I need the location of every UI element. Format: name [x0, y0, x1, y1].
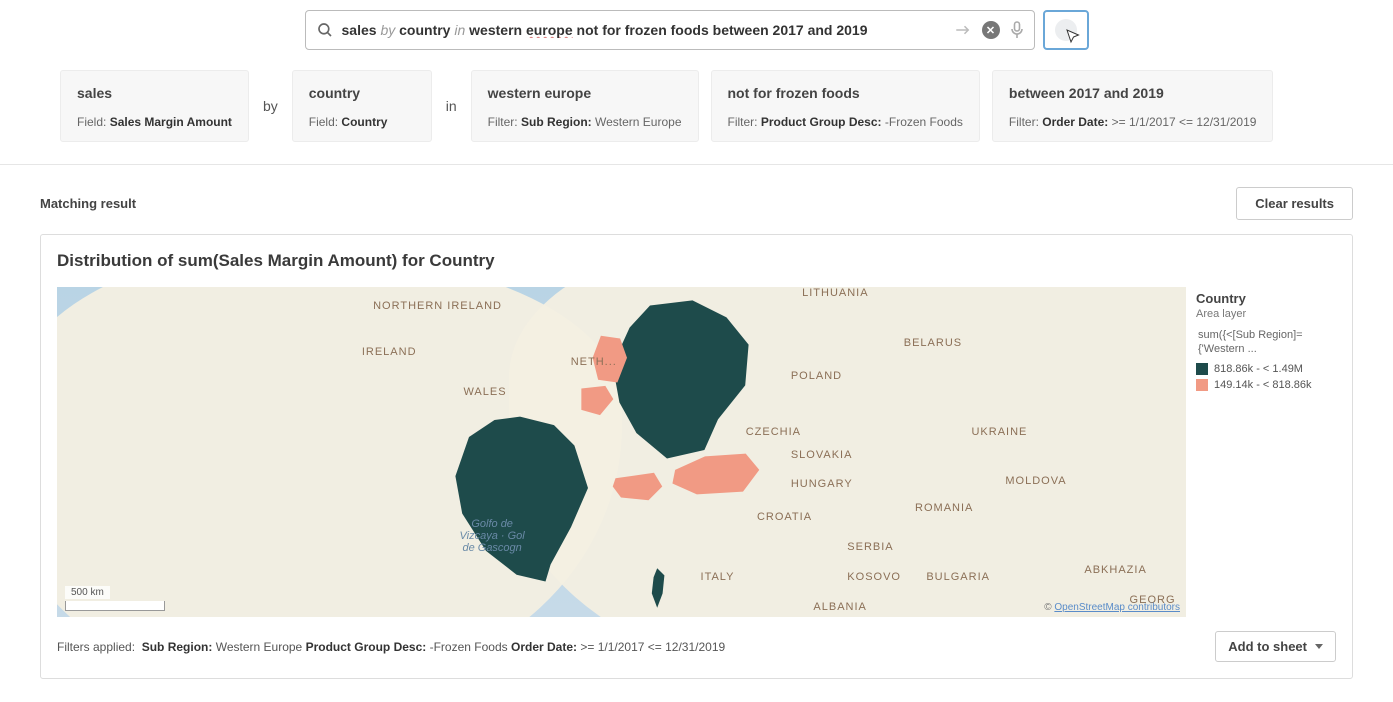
clear-results-button[interactable]: Clear results: [1236, 187, 1353, 220]
map-label: CZECHIA: [746, 426, 801, 438]
legend-item-1[interactable]: 818.86k - < 1.49M: [1196, 363, 1330, 375]
clear-input-icon[interactable]: ✕: [982, 21, 1000, 39]
applied-filters-text: Filters applied: Sub Region: Western Eur…: [57, 640, 725, 654]
token-product[interactable]: not for frozen foods Filter: Product Gro…: [711, 70, 980, 142]
legend-subtitle: Area layer: [1196, 308, 1330, 320]
cursor-icon: [1065, 28, 1081, 44]
token-title: not for frozen foods: [728, 85, 963, 101]
search-box[interactable]: sales by country in western europe not f…: [305, 10, 1035, 50]
token-subtitle: Filter: Order Date: >= 1/1/2017 <= 12/31…: [1009, 115, 1257, 129]
token-sales[interactable]: sales Field: Sales Margin Amount: [60, 70, 249, 142]
map-label: ITALY: [701, 571, 735, 583]
token-date[interactable]: between 2017 and 2019 Filter: Order Date…: [992, 70, 1274, 142]
map-attribution: © OpenStreetMap contributors: [1044, 602, 1180, 613]
connector-in: in: [444, 98, 459, 114]
legend-title: Country: [1196, 291, 1330, 306]
chevron-down-icon: [1315, 644, 1323, 649]
token-title: sales: [77, 85, 232, 101]
legend-swatch: [1196, 363, 1208, 375]
legend-swatch: [1196, 379, 1208, 391]
map-label: WALES: [463, 386, 506, 398]
legend-item-2[interactable]: 149.14k - < 818.86k: [1196, 379, 1330, 391]
token-title: western europe: [488, 85, 682, 101]
chart-title: Distribution of sum(Sales Margin Amount)…: [57, 251, 1336, 271]
map-legend: Country Area layer sum({<[Sub Region]={'…: [1186, 287, 1336, 617]
map-shape-austria: [667, 449, 762, 499]
map-label: HUNGARY: [791, 478, 853, 490]
add-to-sheet-button[interactable]: Add to sheet: [1215, 631, 1336, 662]
scale-label: 500 km: [65, 586, 110, 599]
token-title: country: [309, 85, 415, 101]
map-shape-belgium: [576, 383, 616, 418]
map-label: CROATIA: [757, 511, 812, 523]
map-label: BULGARIA: [926, 571, 990, 583]
query-tokens-row: sales Field: Sales Margin Amount by coun…: [40, 70, 1353, 142]
matching-result-label: Matching result: [40, 196, 136, 211]
map-label: IRELAND: [362, 346, 417, 358]
map-label-water: Golfo de Vizcaya · Gol de Gascogn: [452, 518, 532, 554]
token-region[interactable]: western europe Filter: Sub Region: Weste…: [471, 70, 699, 142]
map-label: SERBIA: [847, 541, 893, 553]
map-label: ABKHAZIA: [1084, 564, 1146, 576]
map-label: MOLDOVA: [1005, 475, 1066, 487]
map-label: ALBANIA: [813, 601, 866, 613]
map-shape-france: [452, 409, 622, 584]
map-label: NETH...: [571, 356, 617, 368]
map-shape-france-island: [650, 568, 668, 608]
arrow-right-icon[interactable]: [954, 23, 972, 37]
token-country[interactable]: country Field: Country: [292, 70, 432, 142]
legend-label: 818.86k - < 1.49M: [1214, 363, 1303, 375]
map-label: NORTHERN IRELAND: [373, 300, 502, 312]
attribution-link[interactable]: OpenStreetMap contributors: [1054, 602, 1180, 613]
token-subtitle: Field: Country: [309, 115, 415, 129]
map-label: BELARUS: [904, 337, 962, 349]
scale-bar: [65, 601, 165, 611]
token-title: between 2017 and 2019: [1009, 85, 1257, 101]
token-subtitle: Field: Sales Margin Amount: [77, 115, 232, 129]
token-subtitle: Filter: Product Group Desc: -Frozen Food…: [728, 115, 963, 129]
search-icon: [316, 21, 334, 39]
map-label: UKRAINE: [971, 426, 1027, 438]
map-label: LITHUANIA: [802, 287, 868, 299]
submit-search-button[interactable]: [1043, 10, 1089, 50]
map-label: SLOVAKIA: [791, 449, 853, 461]
result-card: Distribution of sum(Sales Margin Amount)…: [40, 234, 1353, 679]
map-shape-switzerland: [610, 469, 665, 504]
divider: [0, 164, 1393, 165]
map-label: ROMANIA: [915, 502, 973, 514]
legend-label: 149.14k - < 818.86k: [1214, 379, 1312, 391]
token-subtitle: Filter: Sub Region: Western Europe: [488, 115, 682, 129]
map-label: POLAND: [791, 370, 842, 382]
microphone-icon[interactable]: [1010, 21, 1024, 39]
choropleth-map[interactable]: NORTHERN IRELAND IRELAND WALES NETH... L…: [57, 287, 1186, 617]
connector-by: by: [261, 98, 280, 114]
map-label: KOSOVO: [847, 571, 901, 583]
legend-measure: sum({<[Sub Region]={'Western ...: [1196, 328, 1330, 357]
add-to-sheet-label: Add to sheet: [1228, 639, 1307, 654]
search-query-text[interactable]: sales by country in western europe not f…: [342, 22, 946, 38]
